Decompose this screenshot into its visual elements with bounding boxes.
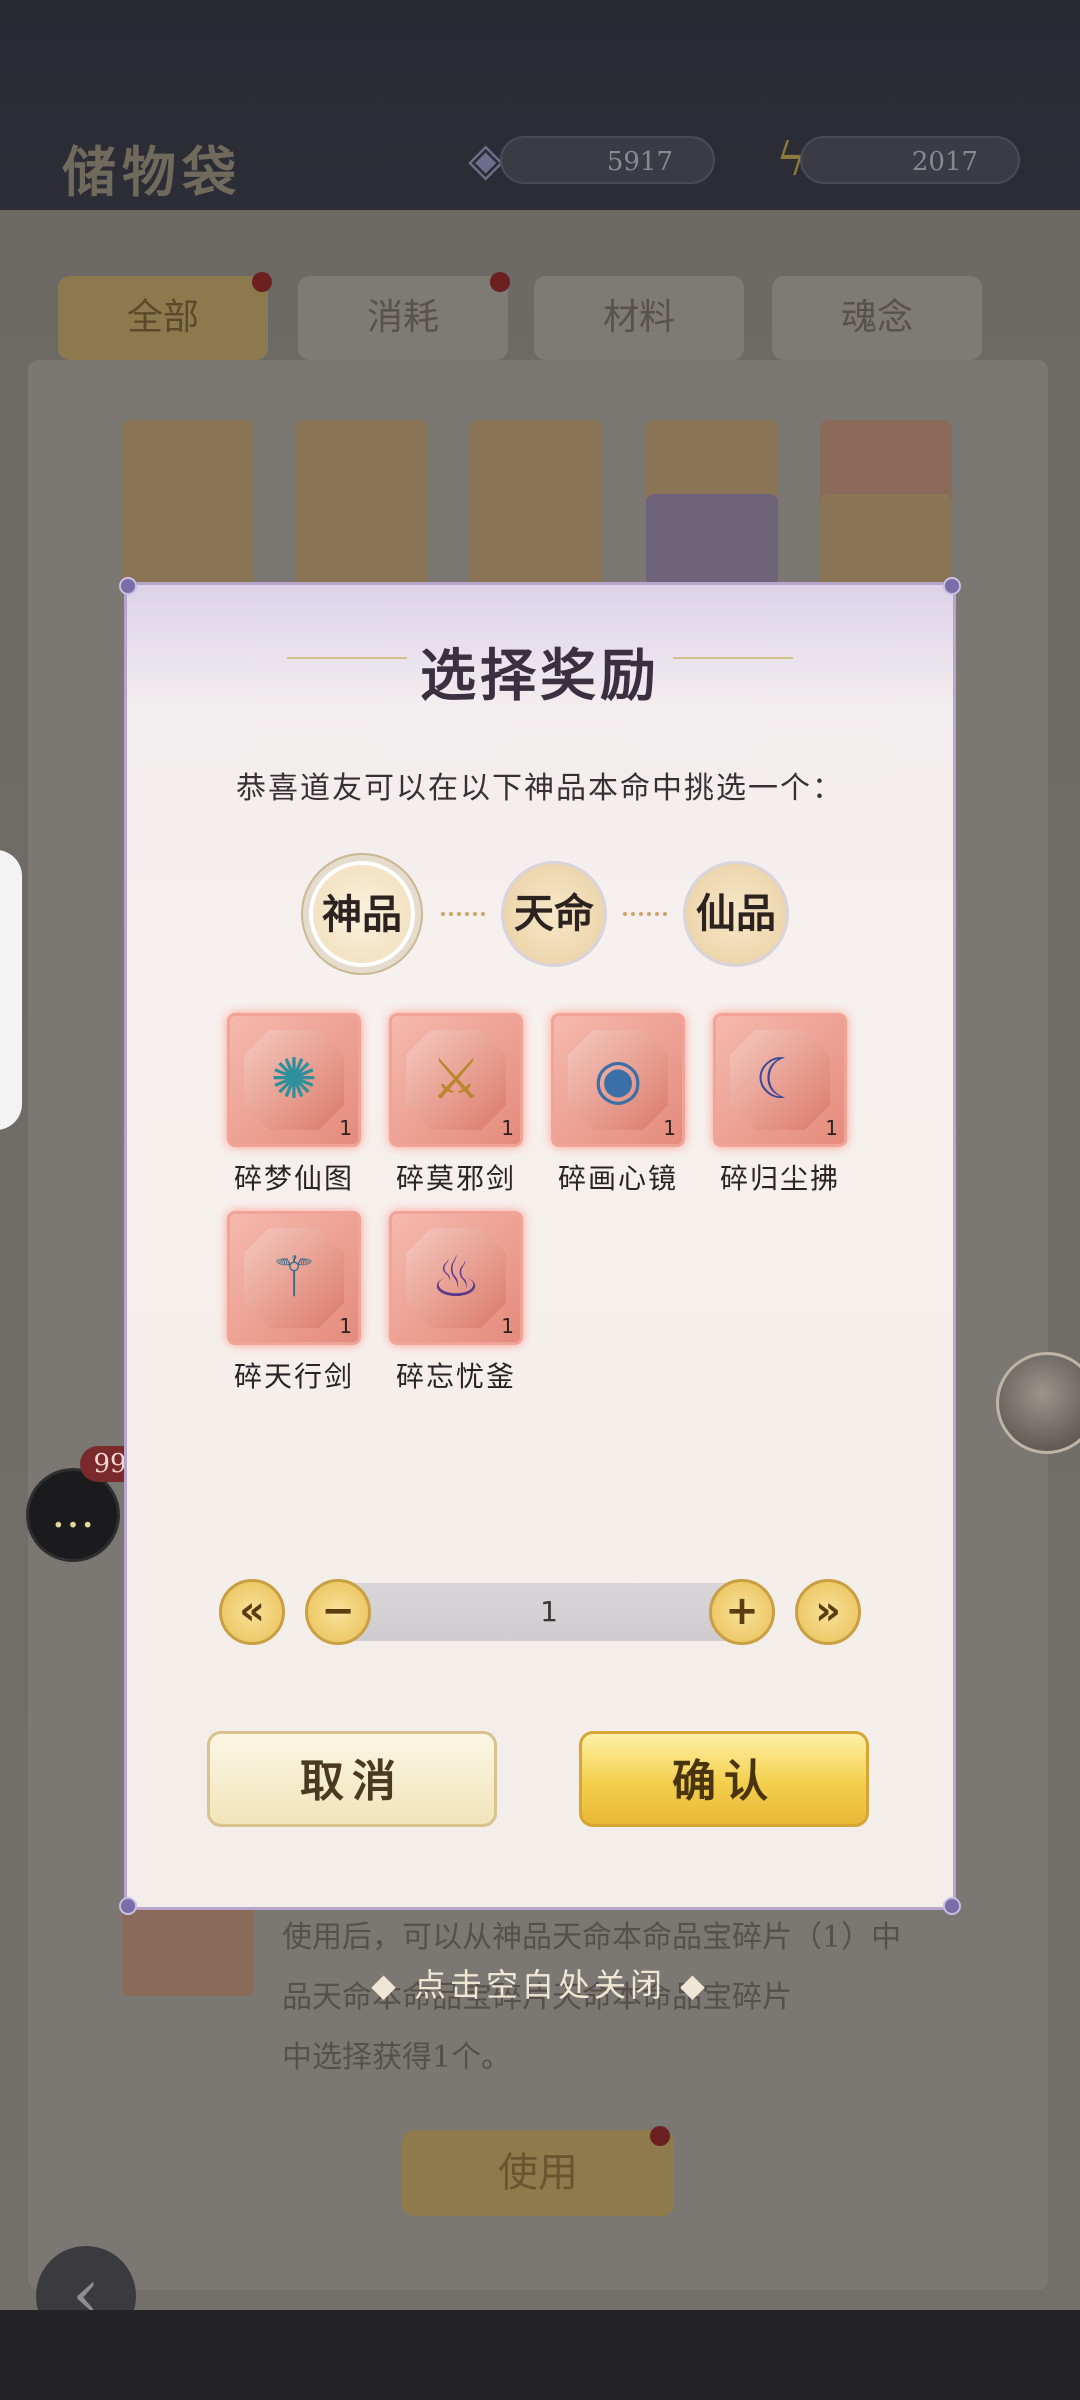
close-hint[interactable]: ◆ 点击空白处关闭 ◆: [0, 1960, 1080, 2006]
inventory-slot[interactable]: [820, 494, 952, 594]
reward-item[interactable]: ✺ 1 碎梦仙图: [227, 1013, 361, 1197]
corner-ornament: [119, 577, 137, 595]
title-ornament-right: [673, 657, 793, 659]
quantity-max-button[interactable]: »: [795, 1579, 861, 1645]
reward-item[interactable]: ☾ 1 碎归尘拂: [713, 1013, 847, 1197]
quantity-min-button[interactable]: «: [219, 1579, 285, 1645]
item-name: 碎忘忧釜: [395, 1360, 516, 1393]
tab-materials[interactable]: 材料: [534, 276, 744, 360]
inventory-slot[interactable]: [122, 494, 254, 594]
reward-dialog: 选择奖励 恭喜道友可以在以下神品本命中挑选一个： 神品 天命 仙品 ✺ 1 碎梦…: [119, 577, 961, 1915]
grade-tab-shenpin[interactable]: 神品: [309, 861, 415, 967]
tab-soul[interactable]: 魂念: [772, 276, 982, 360]
reward-item[interactable]: ⚔ 1 碎莫邪剑: [389, 1013, 523, 1197]
item-frame: ⚔ 1: [389, 1013, 523, 1147]
grade-tab-xianpin[interactable]: 仙品: [683, 861, 789, 967]
item-name: 碎莫邪剑: [395, 1162, 516, 1195]
side-drawer-handle[interactable]: [0, 850, 22, 1130]
bottom-bar: [0, 2310, 1080, 2400]
inventory-slot[interactable]: [296, 494, 428, 594]
reward-item[interactable]: ⚚ 1 碎天行剑: [227, 1211, 361, 1395]
corner-ornament: [119, 1897, 137, 1915]
dialog-subtitle: 恭喜道友可以在以下神品本命中挑选一个：: [236, 771, 844, 806]
quantity-decrease-button[interactable]: −: [305, 1579, 371, 1645]
item-name: 碎画心镜: [557, 1162, 678, 1195]
item-count: 1: [663, 1116, 676, 1140]
item-count: 1: [501, 1116, 514, 1140]
spirit-stone-icon: ◈: [468, 132, 504, 186]
grade-connector: [623, 912, 667, 920]
item-frame: ⚚ 1: [227, 1211, 361, 1345]
quantity-value[interactable]: 1: [343, 1583, 755, 1641]
chat-button[interactable]: …: [26, 1468, 120, 1562]
item-name: 碎梦仙图: [233, 1162, 354, 1195]
cancel-button[interactable]: 取消: [207, 1731, 497, 1827]
item-frame: ◉ 1: [551, 1013, 685, 1147]
item-count: 1: [339, 1314, 352, 1338]
page-title: 储物袋: [62, 140, 242, 204]
resource-spirit-stone[interactable]: 5917: [500, 136, 715, 184]
inventory-slot[interactable]: [646, 494, 778, 594]
dialog-title: 选择奖励: [420, 643, 660, 709]
grade-connector: [441, 912, 485, 920]
grade-tab-tianming[interactable]: 天命: [501, 861, 607, 967]
use-notice-dot: [650, 2126, 670, 2146]
tab-notice-dot: [252, 272, 272, 292]
item-name: 碎归尘拂: [719, 1162, 840, 1195]
use-button[interactable]: 使用: [402, 2130, 674, 2216]
corner-ornament: [943, 1897, 961, 1915]
item-frame: ✺ 1: [227, 1013, 361, 1147]
confirm-button[interactable]: 确认: [579, 1731, 869, 1827]
tab-consume[interactable]: 消耗: [298, 276, 508, 360]
reward-item[interactable]: ◉ 1 碎画心镜: [551, 1013, 685, 1197]
chat-icon: …: [51, 1487, 95, 1538]
item-frame: ♨ 1: [389, 1211, 523, 1345]
item-name: 碎天行剑: [233, 1360, 354, 1393]
quantity-increase-button[interactable]: +: [709, 1579, 775, 1645]
item-count: 1: [501, 1314, 514, 1338]
inventory-slot[interactable]: [470, 494, 602, 594]
reward-item[interactable]: ♨ 1 碎忘忧釜: [389, 1211, 523, 1395]
item-frame: ☾ 1: [713, 1013, 847, 1147]
corner-ornament: [943, 577, 961, 595]
tab-notice-dot: [490, 272, 510, 292]
resource-energy[interactable]: 2017: [800, 136, 1020, 184]
item-count: 1: [339, 1116, 352, 1140]
tab-all[interactable]: 全部: [58, 276, 268, 360]
item-count: 1: [825, 1116, 838, 1140]
